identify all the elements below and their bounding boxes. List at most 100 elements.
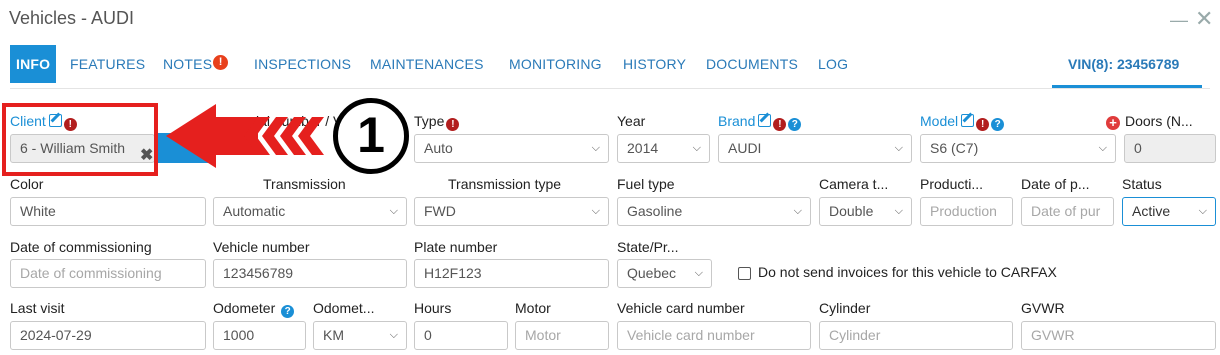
date-commissioning-label: Date of commissioning [10,239,152,255]
transmission-type-select[interactable]: FWD ⌵ [414,197,609,226]
date-purchase-field[interactable]: Date of pur [1021,197,1114,226]
last-visit-label: Last visit [10,300,65,316]
tab-inspections[interactable]: INSPECTIONS [254,44,351,86]
vehicle-card-field[interactable]: Vehicle card number [617,321,811,350]
transmission-type-select-value: FWD [424,203,456,219]
doors-label-text: Doors (N... [1125,113,1193,129]
color-field[interactable]: White [10,197,206,226]
tab-bar: INFO FEATURES NOTES! INSPECTIONS MAINTEN… [10,44,1210,89]
chevron-down-icon: ⌵ [389,329,398,341]
fuel-type-label: Fuel type [617,176,675,192]
vehicle-number-label: Vehicle number [213,239,310,255]
carfax-checkbox-label: Do not send invoices for this vehicle to… [758,264,1057,280]
brand-select-value: AUDI [728,140,762,156]
motor-field[interactable]: Motor [515,321,609,350]
notes-alert-icon: ! [213,55,229,70]
brand-label: Brand!? [718,113,802,131]
tab-log[interactable]: LOG [818,44,848,86]
tab-history[interactable]: HISTORY [623,44,686,86]
minimize-icon[interactable]: — [1170,10,1188,31]
odometer-unit-select[interactable]: KM ⌵ [313,321,407,350]
production-field[interactable]: Production [920,197,1013,226]
status-select[interactable]: Active ⌵ [1122,197,1216,226]
add-icon[interactable]: + [1106,116,1120,130]
chevron-down-icon: ⌵ [389,205,398,217]
model-select[interactable]: S6 (C7) ⌵ [920,134,1116,163]
type-select[interactable]: Auto ⌵ [414,134,609,163]
tab-monitoring[interactable]: MONITORING [509,44,602,86]
year-select-value: 2014 [627,140,659,156]
chevron-down-icon: ⌵ [694,267,703,279]
required-icon: ! [446,118,460,131]
gvwr-label: GVWR [1021,300,1065,316]
type-label-text: Type [414,113,445,129]
odometer-field[interactable]: 1000 [213,321,306,350]
status-label: Status [1122,176,1162,192]
tab-features[interactable]: FEATURES [70,44,145,86]
model-label-text: Model [920,113,959,129]
state-select[interactable]: Quebec ⌵ [617,259,712,288]
cylinder-label: Cylinder [819,300,871,316]
status-select-value: Active [1132,203,1171,219]
camera-type-label: Camera t... [819,176,889,192]
model-select-value: S6 (C7) [930,140,979,156]
chevron-down-icon: ⌵ [793,205,802,217]
tab-vin[interactable]: VIN(8): 23456789 [1068,44,1179,86]
camera-type-select[interactable]: Double ⌵ [819,197,912,226]
type-select-value: Auto [424,140,453,156]
type-label: Type! [414,113,460,131]
tab-maintenances[interactable]: MAINTENANCES [370,44,484,86]
transmission-label: Transmission [263,176,346,192]
annotation-highlight-box [2,103,158,176]
brand-label-text: Brand [718,113,756,129]
tab-notes-label: NOTES [163,56,213,72]
help-icon[interactable]: ? [991,118,1005,131]
odometer-label: Odometer ? [213,300,295,318]
hours-field[interactable]: 0 [414,321,508,350]
plate-number-label: Plate number [414,239,498,255]
vehicle-card-label: Vehicle card number [617,300,745,316]
required-icon: ! [773,118,787,131]
edit-icon[interactable] [961,114,975,127]
chevron-down-icon: ⌵ [692,142,701,154]
window-title: Vehicles - AUDI [9,8,135,28]
edit-icon[interactable] [758,114,772,127]
transmission-select[interactable]: Automatic ⌵ [213,197,407,226]
required-icon: ! [976,118,990,131]
motor-label: Motor [515,300,551,316]
vehicle-number-field[interactable]: 123456789 [213,259,407,288]
chevron-down-icon: ⌵ [591,142,600,154]
transmission-select-value: Automatic [223,203,286,219]
chevron-down-icon: ⌵ [1098,142,1107,154]
chevron-down-icon: ⌵ [1198,205,1207,217]
tab-notes[interactable]: NOTES! [163,44,229,86]
annotation-arrow-icon [166,104,324,168]
camera-type-select-value: Double [829,203,874,219]
fuel-type-select[interactable]: Gasoline ⌵ [617,197,811,226]
plate-number-field[interactable]: H12F123 [414,259,609,288]
last-visit-field[interactable]: 2024-07-29 [10,321,206,350]
date-commissioning-field[interactable]: Date of commissioning [10,259,206,288]
help-icon[interactable]: ? [281,305,295,318]
tab-documents[interactable]: DOCUMENTS [706,44,798,86]
odometer-unit-select-value: KM [323,327,344,343]
brand-select[interactable]: AUDI ⌵ [718,134,912,163]
odometer-unit-label: Odomet... [313,300,375,316]
transmission-type-label: Transmission type [448,176,562,192]
production-label: Producti... [920,176,984,192]
hours-label: Hours [414,300,452,316]
tab-divider [10,88,1210,89]
tab-info[interactable]: INFO [10,45,57,83]
gvwr-field[interactable]: GVWR [1021,321,1216,350]
doors-field[interactable]: 0 [1124,134,1216,163]
year-select[interactable]: 2014 ⌵ [617,134,710,163]
state-label: State/Pr... [617,239,679,255]
doors-label: + Doors (N... [1106,113,1193,130]
odometer-label-text: Odometer [213,300,276,316]
carfax-checkbox[interactable] [738,267,751,280]
close-icon[interactable]: ✕ [1195,6,1213,32]
chevron-down-icon: ⌵ [591,205,600,217]
date-purchase-label: Date of p... [1021,176,1090,192]
help-icon[interactable]: ? [788,118,802,131]
cylinder-field[interactable]: Cylinder [819,321,1013,350]
